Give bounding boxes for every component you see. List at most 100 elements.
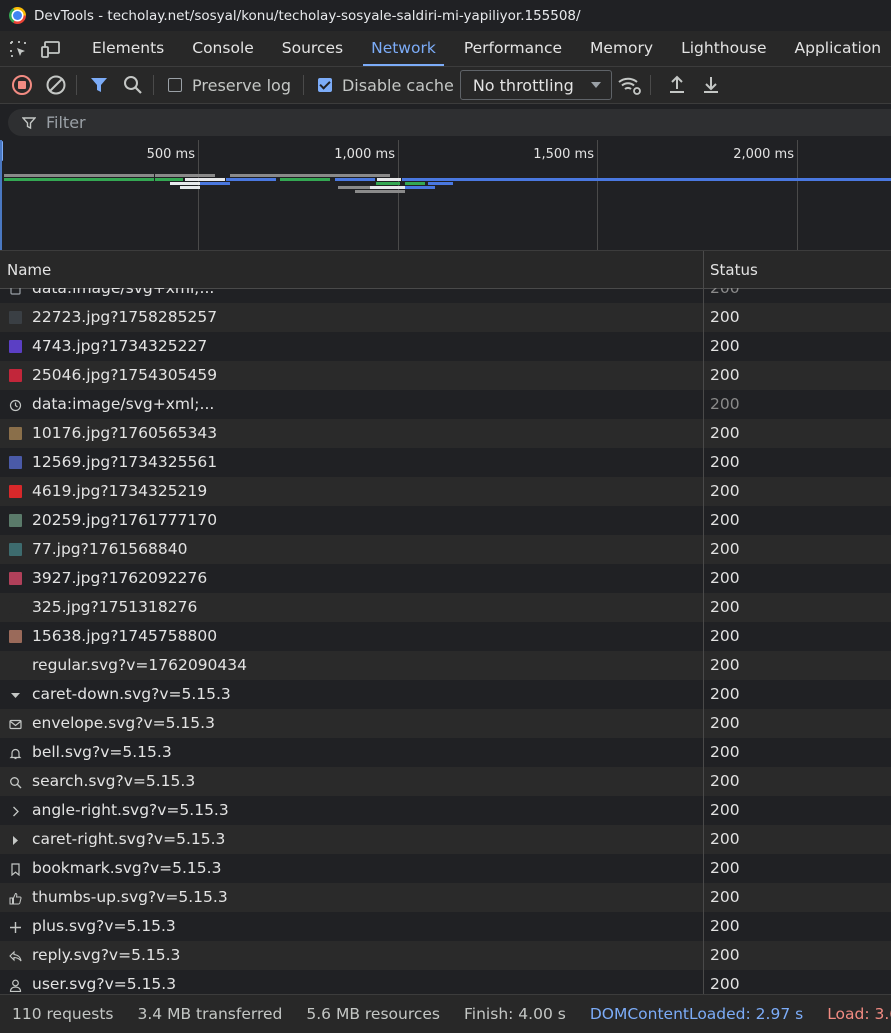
request-row[interactable]: caret-right.svg?v=5.15.3 200 xyxy=(0,825,891,854)
request-row[interactable]: 12569.jpg?1734325561 200 xyxy=(0,448,891,477)
filter-input[interactable]: Filter xyxy=(8,109,891,136)
tab-sources[interactable]: Sources xyxy=(268,31,357,66)
record-stop-button[interactable] xyxy=(8,71,36,99)
request-row[interactable]: 25046.jpg?1754305459 200 xyxy=(0,361,891,390)
request-row[interactable]: 4743.jpg?1734325227 200 xyxy=(0,332,891,361)
request-name: 10176.jpg?1760565343 xyxy=(32,424,218,442)
request-row[interactable]: reply.svg?v=5.15.3 200 xyxy=(0,941,891,970)
request-status: 200 xyxy=(710,946,740,964)
request-row[interactable]: bookmark.svg?v=5.15.3 200 xyxy=(0,854,891,883)
image-thumbnail-icon xyxy=(9,456,22,469)
request-name: data:image/svg+xml;... xyxy=(32,288,215,297)
user-icon xyxy=(9,978,22,993)
thumbs-up-icon xyxy=(9,891,22,905)
tab-network[interactable]: Network xyxy=(357,31,450,66)
overview-bar xyxy=(155,174,215,177)
tab-lighthouse[interactable]: Lighthouse xyxy=(667,31,780,66)
request-row[interactable]: envelope.svg?v=5.15.3 200 xyxy=(0,709,891,738)
request-name: thumbs-up.svg?v=5.15.3 xyxy=(32,888,228,906)
tab-memory[interactable]: Memory xyxy=(576,31,667,66)
svg-data-icon xyxy=(9,288,22,295)
request-row[interactable]: 22723.jpg?1758285257 200 xyxy=(0,303,891,332)
summary-finish: Finish: 4.00 s xyxy=(464,1005,566,1023)
overview-gridline xyxy=(597,140,598,250)
request-row[interactable]: 20259.jpg?1761777170 200 xyxy=(0,506,891,535)
request-status: 200 xyxy=(710,685,740,703)
disable-cache-box[interactable] xyxy=(317,78,332,92)
preserve-log-box[interactable] xyxy=(168,78,182,92)
request-status: 200 xyxy=(710,772,740,790)
network-conditions-button[interactable] xyxy=(616,71,644,99)
devtools-panel-tabs: Elements Console Sources Network Perform… xyxy=(0,31,891,67)
request-row[interactable]: 4619.jpg?1734325219 200 xyxy=(0,477,891,506)
blank-icon xyxy=(9,659,22,672)
network-toolbar: Preserve log Disable cache No throttling xyxy=(0,67,891,104)
request-status: 200 xyxy=(710,830,740,848)
column-header-name[interactable]: Name xyxy=(7,251,51,288)
tab-elements[interactable]: Elements xyxy=(78,31,178,66)
clear-button[interactable] xyxy=(42,71,70,99)
request-name: bell.svg?v=5.15.3 xyxy=(32,743,172,761)
disable-cache-checkbox[interactable]: Disable cache xyxy=(317,76,454,95)
import-har-button[interactable] xyxy=(663,71,691,99)
overview-bar xyxy=(230,174,390,177)
search-button[interactable] xyxy=(119,71,147,99)
request-name: 25046.jpg?1754305459 xyxy=(32,366,218,384)
request-row[interactable]: 15638.jpg?1745758800 200 xyxy=(0,622,891,651)
summary-load: Load: 3.66 s xyxy=(827,1005,891,1023)
request-name: search.svg?v=5.15.3 xyxy=(32,772,196,790)
request-status: 200 xyxy=(710,917,740,935)
export-har-button[interactable] xyxy=(697,71,725,99)
request-row[interactable]: caret-down.svg?v=5.15.3 200 xyxy=(0,680,891,709)
element-picker-icon[interactable] xyxy=(8,37,28,61)
tab-application[interactable]: Application xyxy=(781,31,891,66)
overview-bar xyxy=(200,182,230,185)
upload-icon xyxy=(669,75,684,93)
request-status: 200 xyxy=(710,337,740,355)
image-thumbnail-icon xyxy=(9,340,22,353)
device-toolbar-icon[interactable] xyxy=(40,37,62,61)
request-row[interactable]: angle-right.svg?v=5.15.3 200 xyxy=(0,796,891,825)
tab-console[interactable]: Console xyxy=(178,31,268,66)
request-name: 3927.jpg?1762092276 xyxy=(32,569,208,587)
request-name: caret-right.svg?v=5.15.3 xyxy=(32,830,226,848)
image-thumbnail-icon xyxy=(9,543,22,556)
request-name: data:image/svg+xml;... xyxy=(32,395,215,413)
request-status: 200 xyxy=(710,627,740,645)
request-status: 200 xyxy=(710,511,740,529)
request-row[interactable]: plus.svg?v=5.15.3 200 xyxy=(0,912,891,941)
request-name: 12569.jpg?1734325561 xyxy=(32,453,218,471)
request-row[interactable]: 325.jpg?1751318276 200 xyxy=(0,593,891,622)
request-row[interactable]: 3927.jpg?1762092276 200 xyxy=(0,564,891,593)
toolbar-divider xyxy=(153,75,154,95)
request-name: 22723.jpg?1758285257 xyxy=(32,308,218,326)
filter-toggle-button[interactable] xyxy=(85,71,113,99)
request-row[interactable]: 10176.jpg?1760565343 200 xyxy=(0,419,891,448)
toolbar-divider xyxy=(302,75,304,95)
throttling-select[interactable]: No throttling xyxy=(459,70,612,100)
network-overview-timeline[interactable]: 500 ms 1,000 ms 1,500 ms 2,000 ms xyxy=(0,140,891,251)
image-thumbnail-icon xyxy=(9,572,22,585)
request-name: envelope.svg?v=5.15.3 xyxy=(32,714,215,732)
overview-bar xyxy=(4,178,154,181)
requests-table-header: Name Status xyxy=(0,251,891,289)
request-row[interactable]: bell.svg?v=5.15.3 200 xyxy=(0,738,891,767)
request-row[interactable]: data:image/svg+xml;... 200 xyxy=(0,288,891,303)
request-row[interactable]: thumbs-up.svg?v=5.15.3 200 xyxy=(0,883,891,912)
column-divider[interactable] xyxy=(703,251,704,994)
overview-gridline xyxy=(198,140,199,250)
request-row[interactable]: search.svg?v=5.15.3 200 xyxy=(0,767,891,796)
request-row[interactable]: user.svg?v=5.15.3 200 xyxy=(0,970,891,994)
bookmark-icon xyxy=(9,862,22,877)
request-row[interactable]: data:image/svg+xml;... 200 xyxy=(0,390,891,419)
image-thumbnail-icon xyxy=(9,601,22,614)
request-row[interactable]: regular.svg?v=1762090434 200 xyxy=(0,651,891,680)
overview-selection-edge xyxy=(0,140,2,250)
tab-performance[interactable]: Performance xyxy=(450,31,576,66)
column-header-status[interactable]: Status xyxy=(710,251,758,288)
request-status: 200 xyxy=(710,395,740,413)
request-row[interactable]: 77.jpg?1761568840 200 xyxy=(0,535,891,564)
request-status: 200 xyxy=(710,975,740,993)
download-icon xyxy=(703,77,718,93)
preserve-log-checkbox[interactable]: Preserve log xyxy=(168,76,291,95)
